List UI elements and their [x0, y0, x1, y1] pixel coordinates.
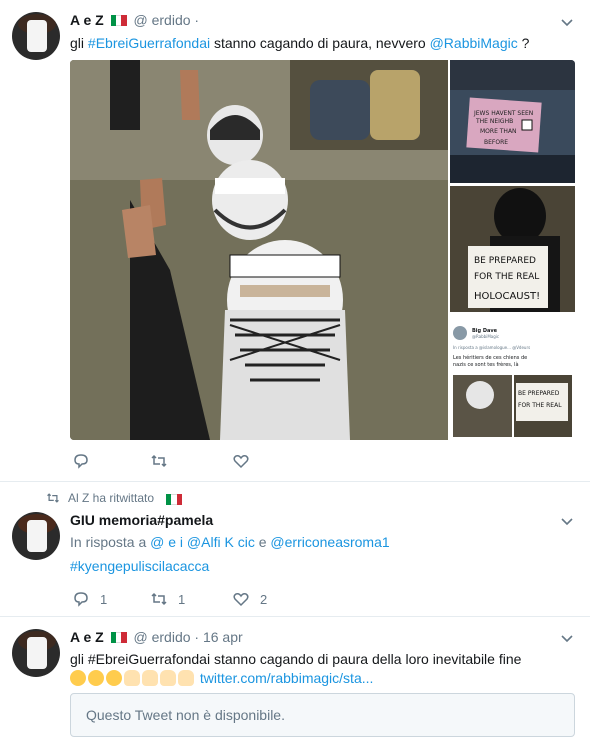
- svg-text:@RabbiMagic: @RabbiMagic: [472, 334, 499, 339]
- thumbnail-2[interactable]: BE PREPARED FOR THE REAL HOLOCAUST!: [450, 186, 575, 312]
- victory-hand-emoji-icon: [160, 670, 176, 686]
- avatar[interactable]: [12, 629, 60, 677]
- svg-text:HOLOCAUST!: HOLOCAUST!: [474, 291, 540, 302]
- reply-mentions[interactable]: @ e i @Alfi K cic: [150, 534, 255, 550]
- tweet-text: gli #EbreiGuerrafondai stanno cagando di…: [70, 35, 530, 51]
- tweet-media-grid[interactable]: JEWS HAVENT SEEN THE NEIGHB MORE THAN BE…: [70, 60, 575, 440]
- reply-icon: [74, 454, 88, 469]
- reply-context: In risposta a @ e i @Alfi K cic e @erric…: [70, 534, 390, 550]
- tweet-header: A e Z @ erdido ·: [70, 12, 199, 28]
- protest-photo-2: BE PREPARED FOR THE REAL HOLOCAUST!: [450, 186, 575, 312]
- laughing-emoji-icon: [88, 670, 104, 686]
- svg-text:In risposta a @islamologue...: In risposta a @islamologue... @Vdeurs: [453, 345, 530, 350]
- tweet-header: A e Z @ erdido · 16 apr: [70, 629, 243, 645]
- person-raising-hand-emoji-icon: [178, 670, 194, 686]
- laughing-emoji-icon: [70, 670, 86, 686]
- retweeted-icon: [47, 493, 59, 503]
- tweet-actions: 1 1 2: [70, 590, 575, 610]
- main-photo-image: [70, 60, 448, 440]
- author-name[interactable]: A e Z: [70, 12, 108, 28]
- svg-text:BE PREPARED: BE PREPARED: [518, 390, 560, 397]
- tweet-2[interactable]: Al Z ha ritwittato GIU memoria#pamela In…: [0, 482, 590, 617]
- author-name[interactable]: A e Z: [70, 629, 108, 645]
- like-count: 2: [260, 591, 268, 607]
- unavailable-message: Questo Tweet non è disponibile.: [86, 707, 285, 723]
- chevron-down-icon[interactable]: [560, 632, 574, 646]
- italy-flag-icon: [110, 630, 127, 643]
- svg-text:Les héritiers de ces chiens de: Les héritiers de ces chiens de: [453, 354, 527, 361]
- svg-text:nazis ce sont tes frères, là: nazis ce sont tes frères, là: [453, 361, 519, 368]
- tweet-text: #kyengepuliscilacacca: [70, 557, 574, 576]
- protest-photo-1: JEWS HAVENT SEEN THE NEIGHB MORE THAN BE…: [450, 60, 575, 183]
- retweet-button[interactable]: [150, 452, 178, 470]
- hashtag-link[interactable]: #kyengepuliscilacacca: [70, 558, 209, 574]
- hashtag-link[interactable]: #EbreiGuerrafondai: [88, 35, 210, 51]
- chevron-down-icon[interactable]: [560, 515, 574, 529]
- like-button[interactable]: [232, 452, 260, 470]
- reply-count: 1: [100, 591, 108, 607]
- chevron-down-icon[interactable]: [560, 16, 574, 30]
- victory-hand-emoji-icon: [142, 670, 158, 686]
- retweet-count: 1: [178, 591, 186, 607]
- tweet-actions: [70, 452, 575, 472]
- reply-icon: [74, 592, 88, 607]
- tweet-header: GIU memoria#pamela: [70, 512, 213, 528]
- author-handle[interactable]: @ erdido · 16 apr: [134, 629, 243, 645]
- reply-button[interactable]: 1: [72, 590, 107, 608]
- svg-text:JEWS HAVENT SEEN: JEWS HAVENT SEEN: [473, 110, 533, 117]
- author-name[interactable]: GIU memoria#pamela: [70, 512, 213, 528]
- author-handle[interactable]: @ erdido ·: [134, 12, 200, 28]
- heart-icon: [233, 593, 249, 607]
- svg-text:FOR THE REAL: FOR THE REAL: [474, 272, 539, 282]
- svg-text:THE NEIGHB: THE NEIGHB: [475, 118, 513, 125]
- mention-link[interactable]: @RabbiMagic: [430, 35, 518, 51]
- tweet-text-line-2: twitter.com/rabbimagic/sta...: [70, 669, 574, 688]
- tweet-1[interactable]: A e Z @ erdido · gli #EbreiGuerrafondai …: [0, 0, 590, 482]
- svg-text:BEFORE: BEFORE: [484, 139, 508, 146]
- avatar[interactable]: [12, 512, 60, 560]
- thumbnail-3[interactable]: Big Dave @RabbiMagic In risposta a @isla…: [450, 315, 575, 440]
- laughing-emoji-icon: [106, 670, 122, 686]
- retweet-note[interactable]: Al Z ha ritwittato: [68, 491, 154, 505]
- unavailable-quote-card[interactable]: Questo Tweet non è disponibile.: [70, 693, 575, 737]
- quoted-tweet-link[interactable]: twitter.com/rabbimagic/sta...: [200, 670, 374, 686]
- retweet-icon: [151, 592, 167, 606]
- svg-text:BE PREPARED: BE PREPARED: [474, 256, 536, 266]
- retweet-button[interactable]: 1: [150, 590, 185, 608]
- reply-mention-last[interactable]: @erriconeasroma1: [270, 534, 389, 550]
- italy-flag-icon: [166, 492, 182, 505]
- heart-icon: [233, 455, 249, 469]
- thumbnail-1[interactable]: JEWS HAVENT SEEN THE NEIGHB MORE THAN BE…: [450, 60, 575, 183]
- tweet-text: gli #EbreiGuerrafondai stanno cagando di…: [70, 651, 522, 667]
- svg-text:MORE THAN: MORE THAN: [480, 128, 517, 135]
- main-photo[interactable]: [70, 60, 448, 440]
- reply-button[interactable]: [72, 452, 100, 470]
- like-button[interactable]: 2: [232, 590, 267, 608]
- hand-emoji-icon: [124, 670, 140, 686]
- svg-text:FOR THE REAL: FOR THE REAL: [518, 402, 562, 409]
- avatar[interactable]: [12, 12, 60, 60]
- retweet-icon: [151, 454, 167, 468]
- italy-flag-icon: [110, 13, 127, 26]
- embedded-tweet-screenshot: Big Dave @RabbiMagic In risposta a @isla…: [450, 315, 575, 440]
